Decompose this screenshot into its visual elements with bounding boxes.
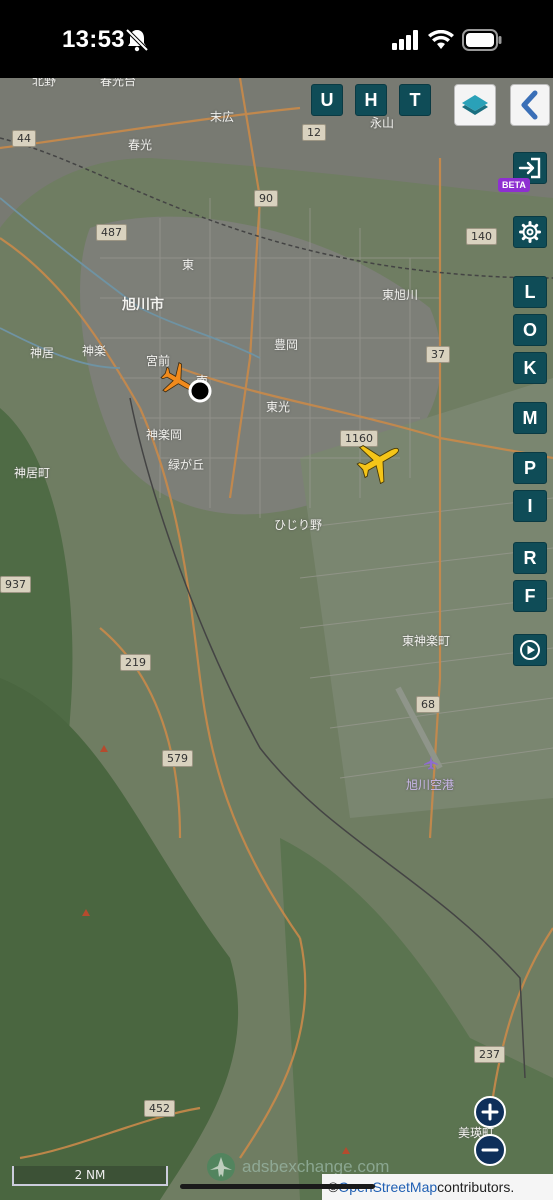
place-label: 春光 <box>128 138 153 152</box>
status-time: 13:53 <box>62 26 125 53</box>
toggle-t-button[interactable]: T <box>399 84 431 116</box>
place-label: 緑が丘 <box>168 458 205 472</box>
place-label: ひじり野 <box>274 518 323 532</box>
collapse-panel-button[interactable] <box>510 84 550 126</box>
zoom-in-button[interactable] <box>474 1096 506 1128</box>
replay-button[interactable] <box>513 634 547 666</box>
aircraft-icon[interactable] <box>348 438 408 484</box>
plus-icon <box>481 1103 499 1121</box>
place-label: 東神楽町 <box>402 634 451 648</box>
road-shield: 68 <box>416 696 440 713</box>
battery-icon <box>462 29 502 51</box>
location-dot-icon <box>188 379 212 403</box>
scale-bar: 2 NM <box>12 1166 168 1186</box>
replay-icon <box>520 640 540 660</box>
road-shield: 237 <box>474 1046 505 1063</box>
place-label: 東 <box>182 258 195 272</box>
layers-button[interactable] <box>454 84 496 126</box>
airport-icon <box>424 756 438 770</box>
gear-icon <box>519 221 541 243</box>
toggle-i-button[interactable]: I <box>513 490 547 522</box>
place-label: 東光 <box>266 400 291 414</box>
login-icon <box>518 157 541 179</box>
toggle-p-button[interactable]: P <box>513 452 547 484</box>
zoom-out-button[interactable] <box>474 1134 506 1166</box>
attribution-suffix: contributors. <box>437 1179 515 1195</box>
toggle-u-button[interactable]: U <box>311 84 343 116</box>
status-bar: 13:53 <box>0 0 553 78</box>
road-shield: 452 <box>144 1100 175 1117</box>
road-shield: 37 <box>426 346 450 363</box>
chevron-left-icon <box>521 90 538 120</box>
place-label: 旭川市 <box>122 297 164 313</box>
road-shield: 140 <box>466 228 497 245</box>
place-label: 末広 <box>210 110 235 124</box>
road-shield: 12 <box>302 124 326 141</box>
place-label-airport: 旭川空港 <box>406 778 455 792</box>
place-label: 神居町 <box>14 466 51 480</box>
road-shield: 487 <box>96 224 127 241</box>
toggle-m-button[interactable]: M <box>513 402 547 434</box>
place-label: 春光台 <box>100 78 137 88</box>
road-shield: 579 <box>162 750 193 767</box>
place-label: 豊岡 <box>274 338 299 352</box>
place-label: 北野 <box>32 78 57 88</box>
toggle-l-button[interactable]: L <box>513 276 547 308</box>
road-shield: 937 <box>0 576 31 593</box>
map-base-layer <box>0 78 553 1200</box>
place-label: 東旭川 <box>382 288 419 302</box>
place-label: 神居 <box>30 346 55 360</box>
map-view[interactable]: 北野 春光台 末広 永山 春光 東 旭川市 東旭川 神居 神楽 宮前 南 豊岡 … <box>0 78 553 1200</box>
layers-icon <box>462 95 488 115</box>
place-label: 永山 <box>370 116 395 130</box>
road-shield: 219 <box>120 654 151 671</box>
place-label: 神楽岡 <box>146 428 183 442</box>
toggle-h-button[interactable]: H <box>355 84 387 116</box>
toggle-o-button[interactable]: O <box>513 314 547 346</box>
road-shield: 44 <box>12 130 36 147</box>
adsbexchange-logo-icon <box>207 1153 235 1181</box>
toggle-k-button[interactable]: K <box>513 352 547 384</box>
toggle-r-button[interactable]: R <box>513 542 547 574</box>
minus-icon <box>481 1148 499 1152</box>
beta-badge: BETA <box>498 178 530 192</box>
wifi-icon <box>428 30 454 49</box>
toggle-f-button[interactable]: F <box>513 580 547 612</box>
settings-button[interactable] <box>513 216 547 248</box>
place-label: 神楽 <box>82 344 107 358</box>
road-shield: 90 <box>254 190 278 207</box>
bell-slash-icon <box>126 28 148 52</box>
home-indicator[interactable] <box>180 1184 375 1189</box>
cellular-signal-icon <box>392 30 418 50</box>
